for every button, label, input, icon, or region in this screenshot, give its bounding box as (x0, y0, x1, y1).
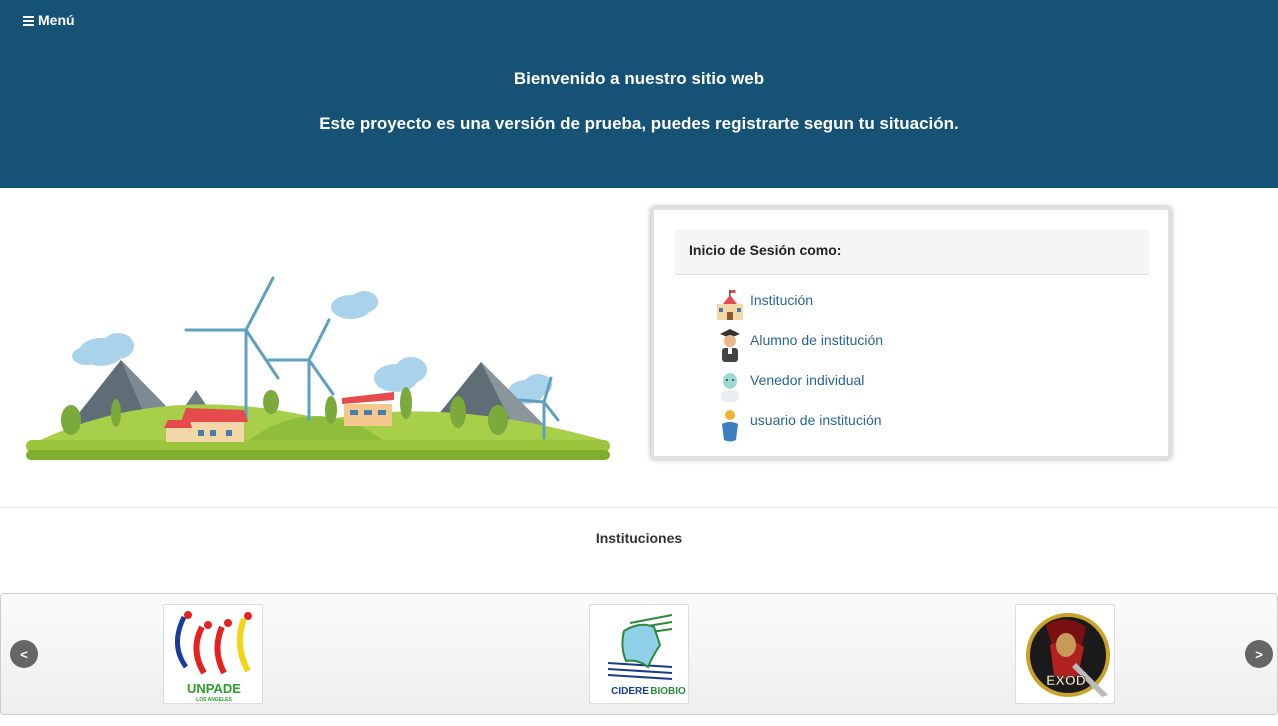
login-option-venedor[interactable]: Venedor individual (714, 368, 864, 402)
login-option-institucion[interactable]: Institución (714, 288, 813, 322)
institutions-carousel: < UNPADE LOS ANGELES CIDERE BIOBIO EXOD … (0, 593, 1278, 715)
welcome-subtitle: Este proyecto es una versión de prueba, … (319, 114, 959, 133)
institutions-title: Instituciones (595, 530, 683, 546)
login-option-venedor-link[interactable]: Venedor individual (750, 372, 864, 388)
menu-label: Menú (38, 12, 75, 28)
welcome-title: Bienvenido a nuestro sitio web (513, 69, 765, 88)
login-heading: Inicio de Sesión como: (675, 230, 1149, 275)
unpade-logo-subtext: LOS ANGELES (196, 697, 232, 703)
user-icon (714, 408, 746, 442)
hamburger-icon (23, 15, 34, 26)
unpade-logo[interactable]: UNPADE LOS ANGELES (163, 604, 263, 704)
section-divider (0, 507, 1278, 508)
login-option-alumno[interactable]: Alumno de institución (714, 328, 883, 362)
vendor-person-icon (714, 368, 746, 402)
login-option-usuario-link[interactable]: usuario de institución (750, 412, 882, 428)
school-building-icon (714, 288, 746, 322)
graduate-student-icon (714, 328, 746, 362)
carousel-prev-button[interactable]: < (10, 640, 38, 668)
carousel-next-button[interactable]: > (1245, 640, 1273, 668)
header-banner: Menú Bienvenido a nuestro sitio web Este… (0, 0, 1278, 188)
unpade-logo-text: UNPADE (187, 681, 241, 696)
login-card: Inicio de Sesión como: Institución Alumn… (651, 207, 1171, 459)
cidere-biobio-logo[interactable]: CIDERE BIOBIO (589, 604, 689, 704)
biobio-logo-text: BIOBIO (650, 686, 686, 697)
menu-button[interactable]: Menú (23, 12, 75, 28)
login-option-usuario[interactable]: usuario de institución (714, 408, 882, 442)
exod-logo[interactable]: EXOD (1015, 604, 1115, 704)
exod-logo-text: EXOD (1046, 672, 1086, 688)
wind-farm-illustration (26, 276, 610, 460)
login-option-alumno-link[interactable]: Alumno de institución (750, 332, 883, 348)
login-option-institucion-link[interactable]: Institución (750, 292, 813, 308)
cidere-logo-text: CIDERE (611, 686, 649, 697)
